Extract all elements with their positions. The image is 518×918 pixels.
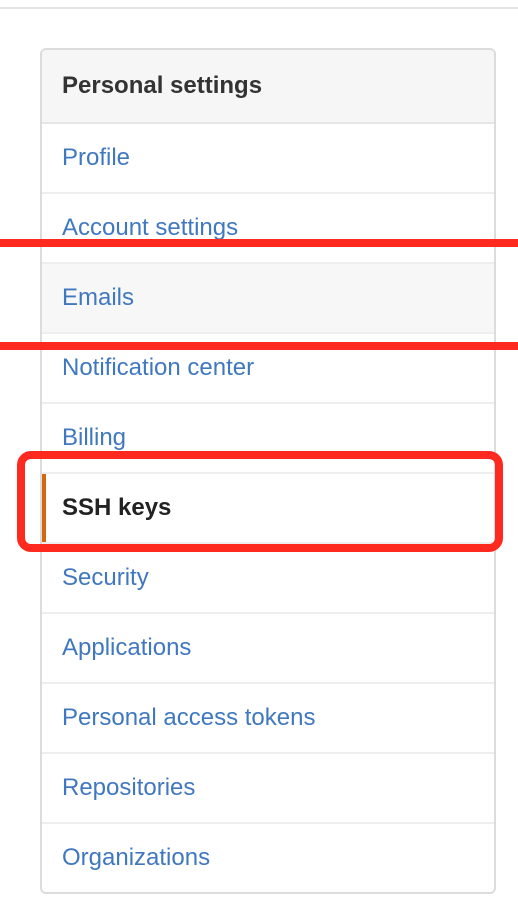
- menu-item-applications[interactable]: Applications: [42, 614, 494, 684]
- menu-item-billing[interactable]: Billing: [42, 404, 494, 474]
- personal-settings-menu: Personal settings Profile Account settin…: [40, 48, 496, 894]
- menu-item-notification-center[interactable]: Notification center: [42, 334, 494, 404]
- top-divider: [0, 0, 518, 9]
- menu-item-emails[interactable]: Emails: [42, 264, 494, 334]
- menu-item-account-settings[interactable]: Account settings: [42, 194, 494, 264]
- menu-item-organizations[interactable]: Organizations: [42, 824, 494, 892]
- menu-item-ssh-keys[interactable]: SSH keys: [42, 474, 494, 544]
- menu-heading: Personal settings: [42, 50, 494, 124]
- menu-item-security[interactable]: Security: [42, 544, 494, 614]
- menu-item-repositories[interactable]: Repositories: [42, 754, 494, 824]
- menu-item-personal-access-tokens[interactable]: Personal access tokens: [42, 684, 494, 754]
- menu-item-profile[interactable]: Profile: [42, 124, 494, 194]
